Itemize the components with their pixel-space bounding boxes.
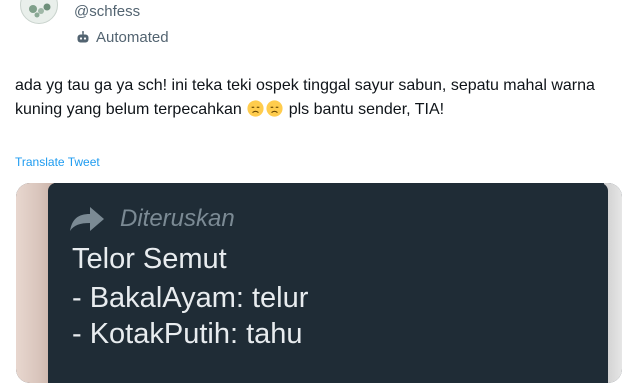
disappointed-face-emoji — [266, 100, 283, 117]
user-handle[interactable]: @schfess — [74, 3, 140, 20]
tweet-media-image[interactable]: Diteruskan Telor Semut - BakalAyam: telu… — [16, 183, 622, 383]
translate-tweet-link[interactable]: Translate Tweet — [15, 155, 100, 169]
message-line: - KotakPutih: tahu — [72, 318, 303, 350]
automated-label: Automated — [76, 29, 169, 46]
forward-arrow-icon — [68, 205, 106, 233]
message-line: Telor Semut — [72, 243, 227, 275]
forwarded-label: Diteruskan — [120, 205, 235, 232]
automated-text: Automated — [96, 29, 169, 46]
forwarded-header: Diteruskan — [68, 205, 235, 233]
tweet-text-part2: pls bantu sender, TIA! — [284, 101, 445, 118]
disappointed-face-emoji — [247, 100, 264, 117]
tweet-text: ada yg tau ga ya sch! ini teka teki ospe… — [15, 74, 627, 122]
avatar[interactable] — [20, 0, 58, 24]
message-line: - BakalAyam: telur — [72, 282, 309, 314]
bot-icon — [76, 30, 90, 45]
